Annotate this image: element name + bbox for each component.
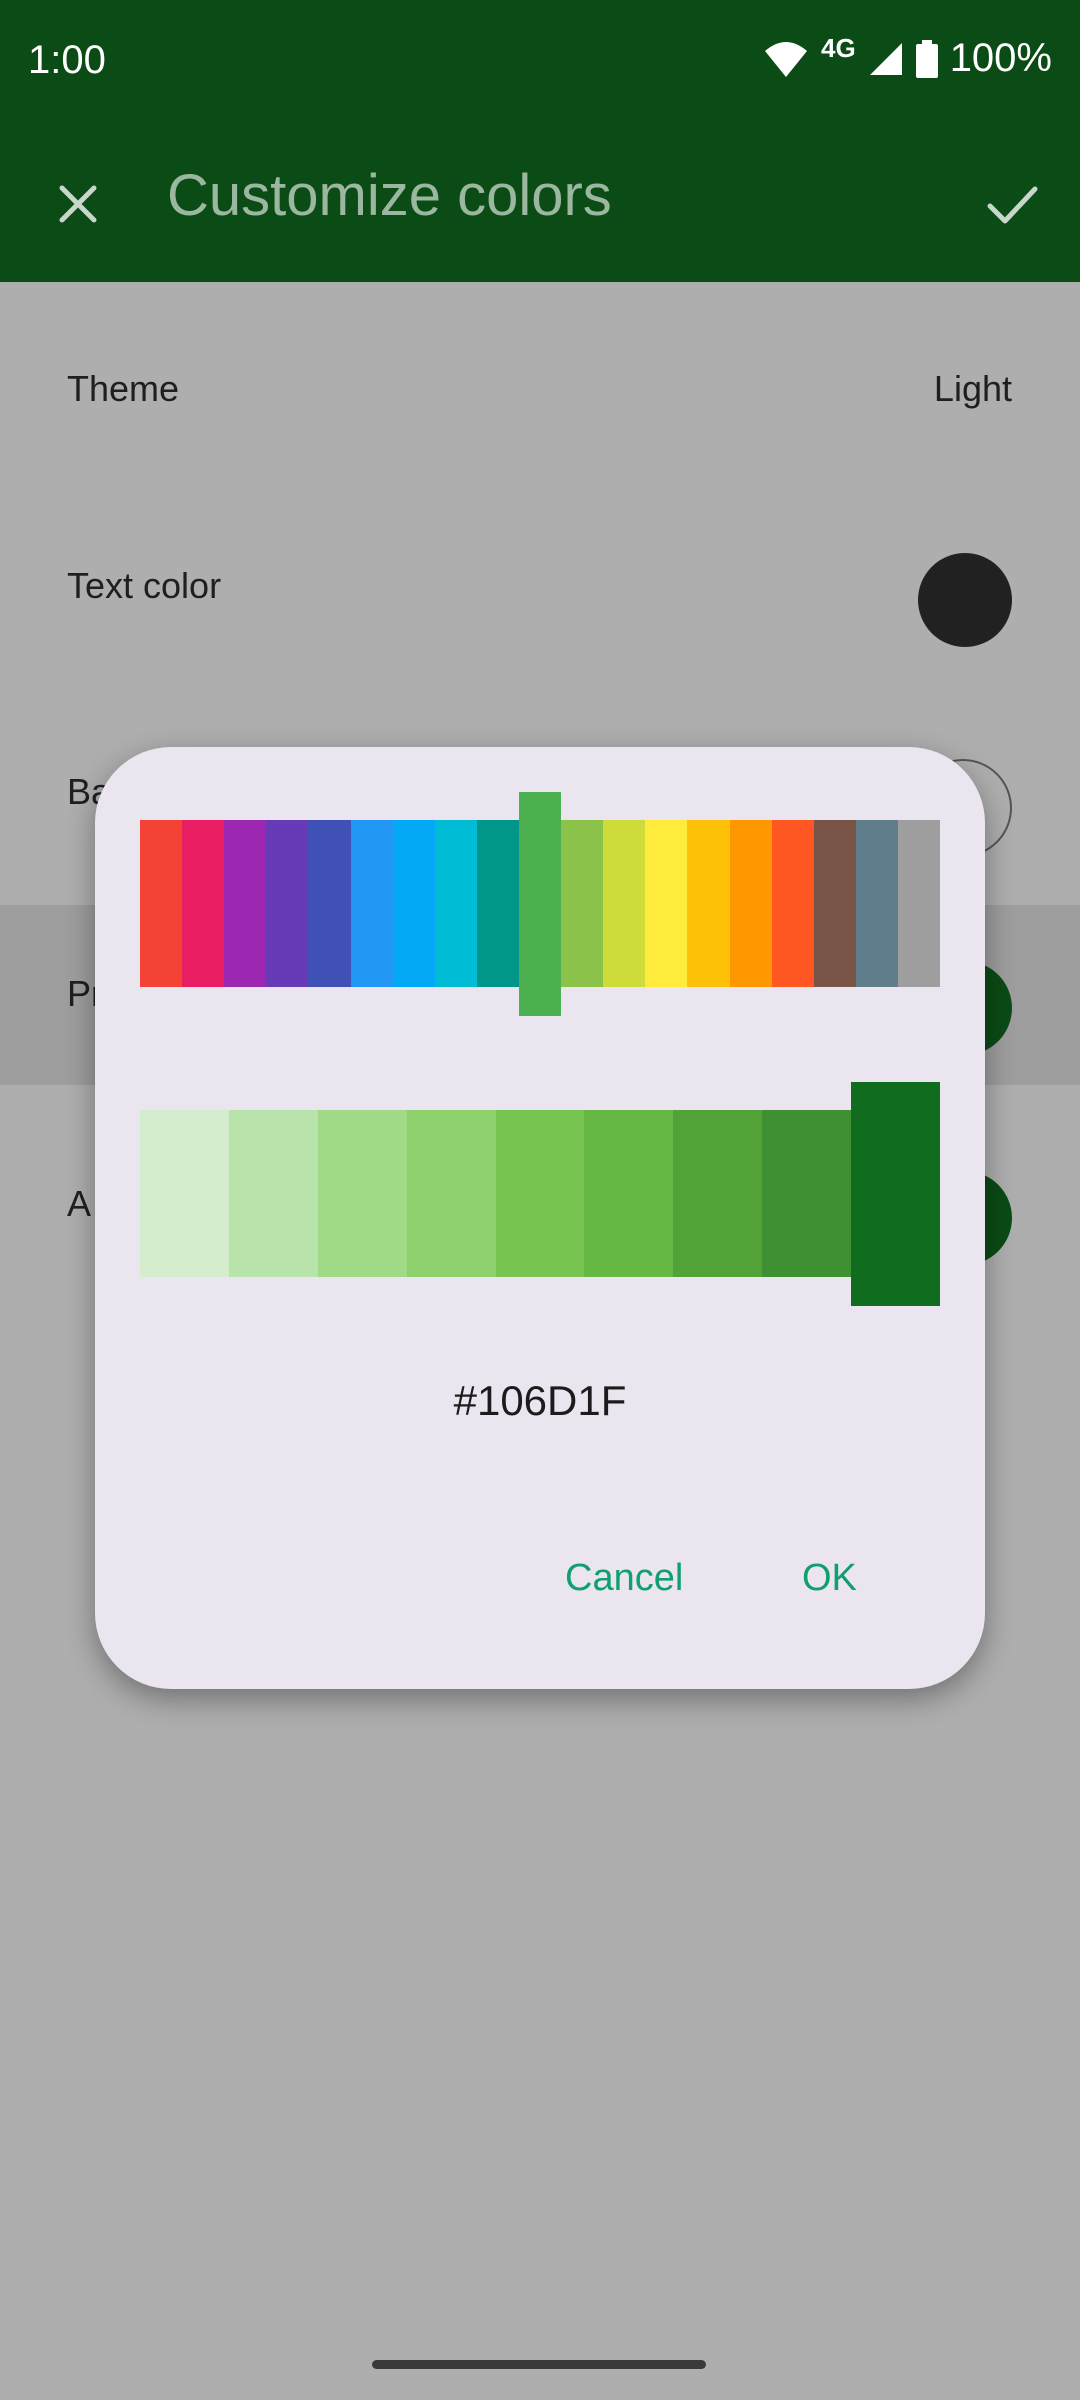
setting-label: A	[67, 1183, 92, 1224]
palette-color-swatch[interactable]	[771, 820, 814, 987]
palette-color-swatch[interactable]	[140, 820, 183, 987]
palette-color-swatch[interactable]	[561, 820, 604, 987]
shade-color-swatch[interactable]	[584, 1110, 674, 1277]
color-swatch	[918, 553, 1012, 647]
shade-color-swatch[interactable]	[495, 1110, 585, 1277]
palette-color-swatch[interactable]	[308, 820, 351, 987]
network-label: 4G	[821, 33, 856, 63]
cancel-button[interactable]: Cancel	[565, 1557, 683, 1600]
palette-color-swatch[interactable]	[266, 820, 309, 987]
palette-color-swatch[interactable]	[476, 820, 519, 987]
palette-color-swatch[interactable]	[603, 820, 646, 987]
battery-icon	[915, 39, 938, 78]
palette-color-swatch[interactable]	[518, 792, 562, 1016]
shade-color-swatch[interactable]	[140, 1110, 229, 1277]
color-picker-dialog: #106D1F Cancel OK	[95, 747, 985, 1689]
palette-color-swatch[interactable]	[897, 820, 941, 987]
palette-color-swatch[interactable]	[729, 820, 772, 987]
shade-color-swatch[interactable]	[406, 1110, 496, 1277]
palette-color-swatch[interactable]	[392, 820, 435, 987]
hex-code: #106D1F	[453, 1377, 627, 1424]
palette-color-swatch[interactable]	[645, 820, 688, 987]
shade-color-swatch[interactable]	[851, 1081, 941, 1306]
shade-color-swatch[interactable]	[673, 1110, 763, 1277]
gesture-nav-bar[interactable]	[372, 2360, 706, 2369]
palette-color-swatch[interactable]	[182, 820, 225, 987]
check-icon[interactable]	[980, 172, 1044, 236]
status-time: 1:00	[28, 38, 106, 82]
app-bar: Customize colors	[0, 126, 1080, 282]
shade-color-swatch[interactable]	[762, 1110, 852, 1277]
primary-palette	[140, 792, 941, 1016]
palette-color-swatch[interactable]	[813, 820, 856, 987]
ok-button[interactable]: OK	[802, 1557, 857, 1600]
palette-color-swatch[interactable]	[855, 820, 898, 987]
palette-color-swatch[interactable]	[434, 820, 477, 987]
battery-level: 100%	[949, 36, 1052, 80]
setting-value: Light	[933, 368, 1012, 409]
setting-text-color[interactable]: Text color	[0, 497, 1080, 677]
palette-color-swatch[interactable]	[350, 820, 393, 987]
status-bar: 1:00 4G 100%	[0, 0, 1080, 126]
setting-label: Theme	[67, 368, 180, 409]
setting-label: Text color	[67, 565, 222, 606]
palette-color-swatch[interactable]	[224, 820, 267, 987]
close-icon[interactable]	[48, 174, 108, 234]
page-title: Customize colors	[167, 163, 612, 228]
setting-theme[interactable]: Theme Light	[0, 300, 1080, 480]
shade-color-swatch[interactable]	[317, 1110, 407, 1277]
wifi-icon	[765, 41, 807, 77]
status-icons: 4G 100%	[763, 33, 1052, 81]
signal-icon	[869, 42, 902, 75]
palette-color-swatch[interactable]	[687, 820, 730, 987]
shade-palette	[140, 1081, 941, 1306]
shade-color-swatch[interactable]	[228, 1110, 318, 1277]
